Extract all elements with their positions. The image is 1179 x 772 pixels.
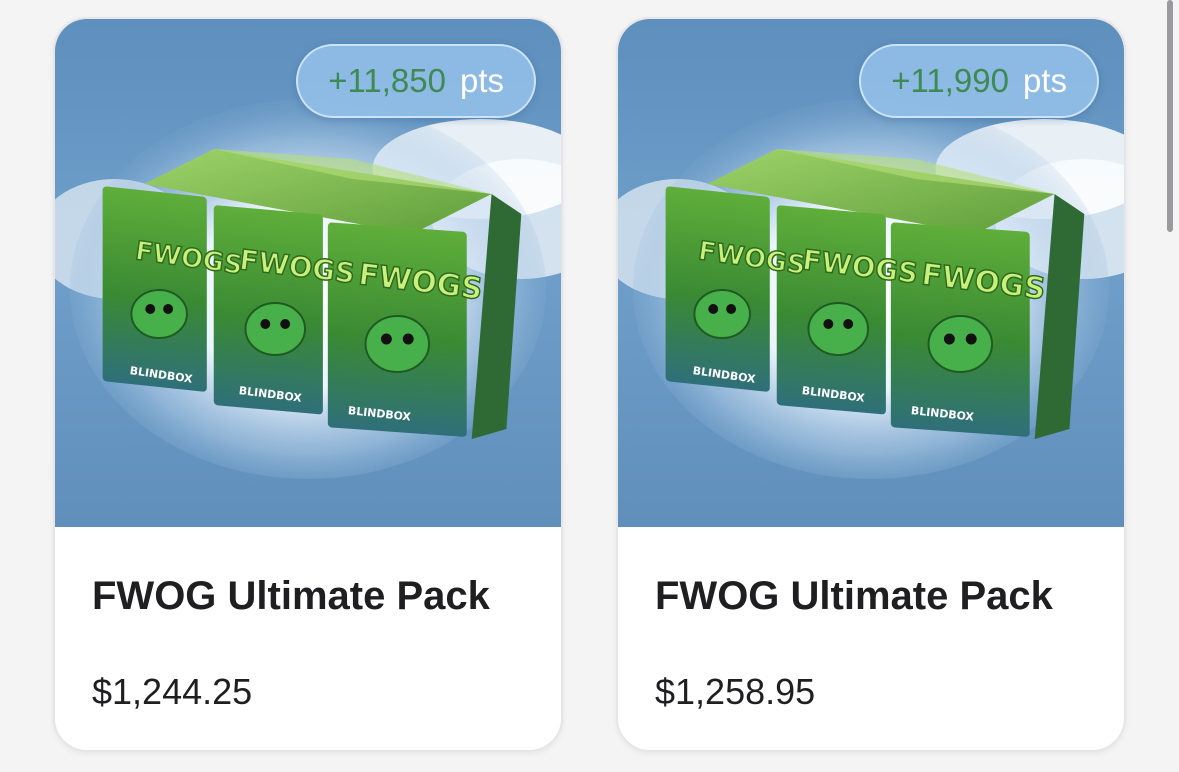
points-badge: +11,990 pts: [859, 44, 1099, 118]
scrollbar[interactable]: [1165, 0, 1179, 772]
points-value: +11,990: [891, 62, 1009, 99]
product-grid: FWOGS FWOGS FWOGS BLINDBOX BLINDBOX BLIN…: [0, 0, 1179, 772]
points-badge: +11,850 pts: [296, 44, 536, 118]
product-card[interactable]: FWOGS FWOGS FWOGS BLINDBOX BLINDBOX BLIN…: [616, 17, 1126, 752]
product-image: FWOGS FWOGS FWOGS BLINDBOX BLINDBOX BLIN…: [55, 19, 561, 527]
product-title: FWOG Ultimate Pack: [92, 574, 490, 618]
product-title: FWOG Ultimate Pack: [655, 574, 1053, 618]
product-card[interactable]: FWOGS FWOGS FWOGS BLINDBOX BLINDBOX BLIN…: [53, 17, 563, 752]
product-image: FWOGS FWOGS FWOGS BLINDBOX BLINDBOX BLIN…: [618, 19, 1124, 527]
product-price: $1,244.25: [92, 671, 253, 712]
points-value: +11,850: [328, 62, 446, 99]
points-unit: pts: [459, 62, 504, 99]
scrollbar-thumb[interactable]: [1167, 0, 1173, 232]
points-unit: pts: [1022, 62, 1067, 99]
product-price: $1,258.95: [655, 671, 816, 712]
